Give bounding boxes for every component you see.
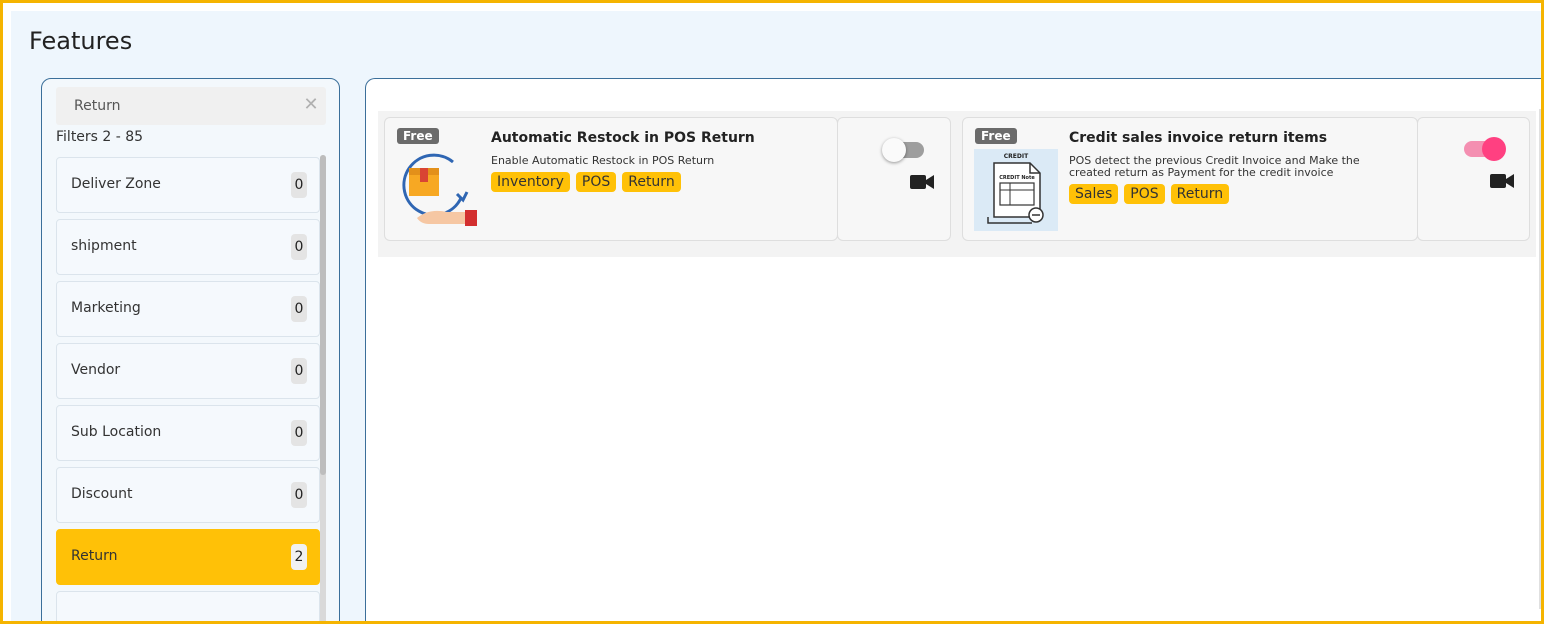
filter-item-count: 0 [291,420,307,446]
free-badge: Free [397,128,439,144]
tag-sales[interactable]: Sales [1069,184,1119,204]
free-badge: Free [975,128,1017,144]
filter-item-label: Vendor [71,362,121,378]
filter-item-count: 2 [291,544,307,570]
video-camera-icon[interactable] [1490,173,1514,189]
tag-pos[interactable]: POS [575,172,617,192]
feature-enable-toggle[interactable] [1462,137,1506,161]
filter-item-return[interactable]: Return 2 [56,529,320,585]
filter-item-sub-location[interactable]: Sub Location 0 [56,405,320,461]
feature-card-actions [837,117,951,241]
app-frame: Features ✕ Filters 2 - 85 Deliver Zone 0… [0,0,1544,624]
filter-item-count: 0 [291,234,307,260]
filter-item-shipment[interactable]: shipment 0 [56,219,320,275]
features-page: Features ✕ Filters 2 - 85 Deliver Zone 0… [11,11,1541,621]
filter-item-label: Sub Location [71,424,162,440]
credit-note-icon: CREDIT CREDIT Note [974,149,1058,231]
tag-return[interactable]: Return [622,172,681,192]
filters-count-label: Filters 2 - 85 [56,129,144,145]
feature-card-description: POS detect the previous Credit Invoice a… [1069,154,1360,179]
filter-item-discount[interactable]: Discount 0 [56,467,320,523]
sidebar-scrollbar[interactable] [320,155,326,621]
feature-card-tags: Sales POS Return [1069,184,1230,204]
feature-cards-row: Free Automatic Restock in POS Return Ena… [378,111,1536,257]
video-camera-icon[interactable] [910,174,934,190]
filter-item-label: Deliver Zone [71,176,161,192]
feature-card-actions [1417,117,1530,241]
close-icon[interactable]: ✕ [302,96,320,114]
feature-card-tags: Inventory POS Return [491,172,681,192]
filter-item-label: Return [71,548,118,564]
filter-item-label: shipment [71,238,137,254]
feature-card-title: Credit sales invoice return items [1069,130,1328,146]
filter-item-count: 0 [291,358,307,384]
main-scrollbar[interactable] [1539,109,1541,609]
filter-item-marketing[interactable]: Marketing 0 [56,281,320,337]
filter-sidebar: ✕ Filters 2 - 85 Deliver Zone 0 shipment… [41,78,340,621]
filter-list: Deliver Zone 0 shipment 0 Marketing 0 Ve… [56,157,320,621]
filter-search-input[interactable] [56,87,296,125]
toggle-knob [1482,137,1506,161]
filter-search-box: ✕ [56,87,326,125]
restock-box-icon [402,153,477,226]
feature-card-credit-sales-return: Free CREDIT CREDIT Note Credit sales inv… [962,117,1418,241]
filter-item-label: Marketing [71,300,141,316]
features-main-panel: Free Automatic Restock in POS Return Ena… [365,78,1541,621]
feature-card-automatic-restock: Free Automatic Restock in POS Return Ena… [384,117,838,241]
toggle-knob [882,138,906,162]
filter-item-deliver-zone[interactable]: Deliver Zone 0 [56,157,320,213]
filter-item-partial[interactable] [56,591,320,621]
filter-item-label: Discount [71,486,133,502]
feature-enable-toggle[interactable] [882,138,926,162]
credit-image-note: CREDIT Note [999,175,1035,181]
feature-card-description: Enable Automatic Restock in POS Return [491,154,715,167]
filter-item-count: 0 [291,482,307,508]
feature-card-title: Automatic Restock in POS Return [491,130,755,146]
tag-inventory[interactable]: Inventory [491,172,570,192]
filter-item-count: 0 [291,172,307,198]
credit-image-header: CREDIT [1004,153,1029,160]
filter-item-vendor[interactable]: Vendor 0 [56,343,320,399]
tag-return[interactable]: Return [1170,184,1230,204]
page-title: Features [29,27,133,55]
tag-pos[interactable]: POS [1124,184,1165,204]
sidebar-scroll-thumb[interactable] [320,155,326,475]
filter-item-count: 0 [291,296,307,322]
